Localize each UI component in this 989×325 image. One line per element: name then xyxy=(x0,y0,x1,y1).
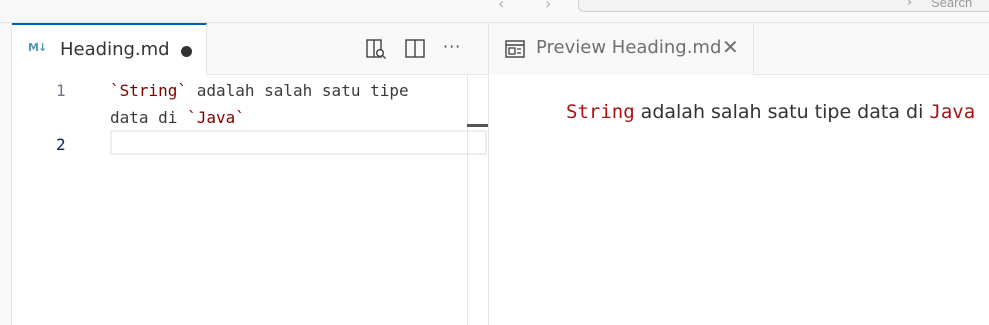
activity-strip xyxy=(0,23,12,325)
command-center-search[interactable]: › Search xyxy=(578,0,989,12)
preview-paragraph: String adalah salah satu tipe data di Ja… xyxy=(566,101,975,123)
tab-label: Heading.md xyxy=(60,39,170,60)
more-actions-icon[interactable]: ··· xyxy=(443,37,465,59)
overview-ruler[interactable] xyxy=(467,75,488,325)
inline-code: String xyxy=(566,101,635,123)
code-editor[interactable]: 1 `String` adalah salah satu tipe data d… xyxy=(12,75,488,325)
editor-tab-bar: M↓ Heading.md ··· xyxy=(12,23,488,76)
code-text: adalah salah satu tipe xyxy=(187,81,409,100)
close-tab-icon[interactable]: ✕ xyxy=(722,35,739,59)
split-editor-icon[interactable] xyxy=(404,38,426,60)
scrollbar-thumb[interactable] xyxy=(467,124,488,127)
inline-code-token: `Java` xyxy=(187,108,245,127)
title-bar: ‹ › › Search xyxy=(0,0,989,23)
tab-label: Preview Heading.md xyxy=(536,37,722,58)
markdown-icon: M↓ xyxy=(28,41,47,54)
tab-preview-heading-md[interactable]: Preview Heading.md ✕ xyxy=(489,23,754,75)
search-label: Search xyxy=(931,0,973,10)
inline-code: Java xyxy=(929,101,976,123)
open-preview-to-side-icon[interactable] xyxy=(365,38,387,60)
markdown-preview: String adalah salah satu tipe data di Ja… xyxy=(489,75,989,325)
preview-tab-bar: Preview Heading.md ✕ xyxy=(489,23,989,75)
code-line-wrapped[interactable]: data di `Java` xyxy=(110,108,245,127)
line-number: 1 xyxy=(56,81,66,100)
forward-arrow-icon[interactable]: › xyxy=(545,0,551,13)
back-arrow-icon[interactable]: ‹ xyxy=(498,0,504,13)
line-number-active: 2 xyxy=(56,135,66,154)
paragraph-text: adalah salah satu tipe data di xyxy=(634,101,930,123)
code-line[interactable]: `String` adalah salah satu tipe xyxy=(110,81,409,100)
unsaved-dot-icon[interactable] xyxy=(181,46,192,57)
tab-heading-md[interactable]: M↓ Heading.md xyxy=(12,23,207,76)
current-line-highlight xyxy=(110,130,487,155)
chevron-right-icon: › xyxy=(907,0,913,10)
preview-icon xyxy=(505,40,525,58)
code-text: data di xyxy=(110,108,188,127)
inline-code-token: `String` xyxy=(110,81,188,100)
